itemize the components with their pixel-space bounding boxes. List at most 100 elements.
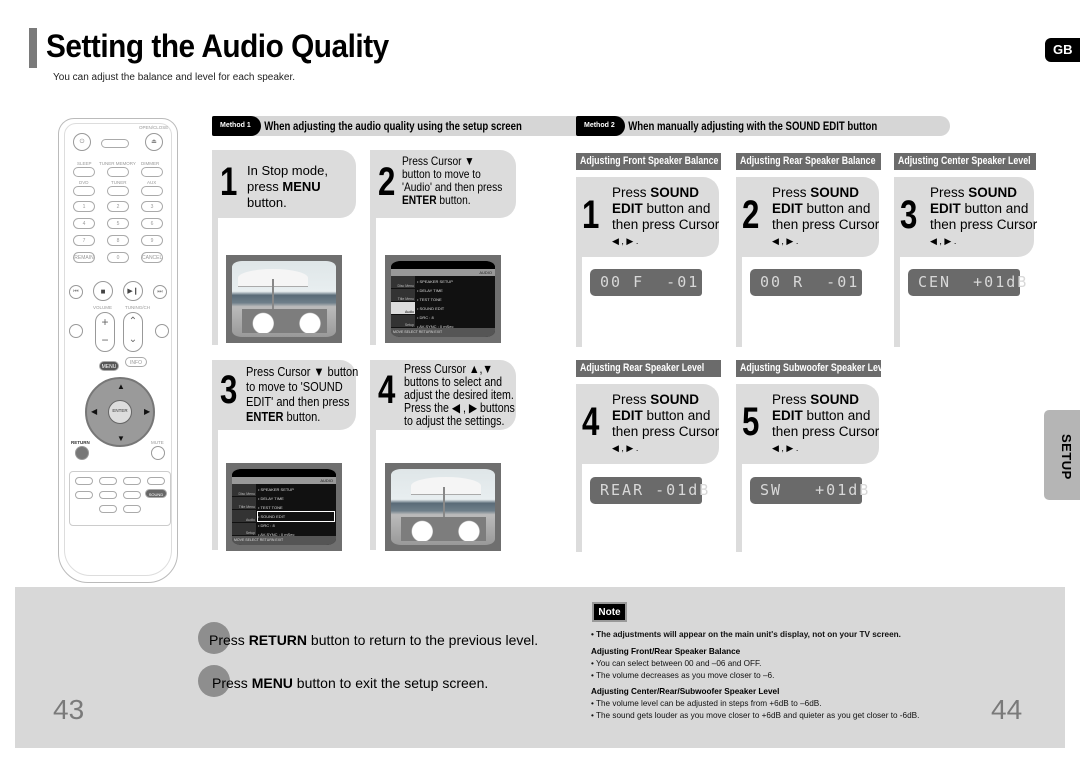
remote-button <box>99 477 117 485</box>
menu-row: • SOUND EDIT <box>417 306 445 311</box>
aux-label: AUX <box>147 180 157 185</box>
left-right-arrows-icon: ◀ , ▶ . <box>612 443 639 453</box>
method1-step3-card: 3 Press Cursor ▼ button to move to 'SOUN… <box>212 360 359 430</box>
method1-badge: Method 1 <box>212 116 261 136</box>
down-arrow-icon: ▼ <box>117 434 125 443</box>
photo-scene <box>232 261 336 337</box>
menu-footer: MOVE SELECT RETURN EXIT <box>232 536 336 545</box>
category-text: Adjusting Front Speaker Balance <box>580 155 719 167</box>
method2-step-card: 5 Press SOUND EDIT button and then press… <box>736 384 879 464</box>
step-text: Press SOUND EDIT button and then press C… <box>612 392 719 456</box>
menu-row: • SPEAKER SETUP <box>258 487 294 492</box>
menu-tab-label: AUDIO <box>479 270 492 275</box>
section-tab-label: SETUP <box>1059 434 1074 480</box>
remote-return-button <box>75 446 89 460</box>
chairs-graphic <box>242 309 327 333</box>
method2-title: When manually adjusting with the SOUND E… <box>627 119 877 133</box>
note-item: • You can select between 00 and –06 and … <box>591 659 762 668</box>
step-line: ENTER button. <box>402 194 502 207</box>
setup-menu: AUDIO Disc Menu Title Menu Audio Setup •… <box>232 469 336 545</box>
remote-info-button: INFO <box>125 357 147 367</box>
eject-icon: ⏏ <box>145 133 163 151</box>
remote-button <box>123 491 141 499</box>
method2-step-card: 1 Press SOUND EDIT button and then press… <box>576 177 719 257</box>
tuner-memory-label: TUNER MEMORY <box>99 161 136 166</box>
up-arrow-icon: ▲ <box>117 382 125 391</box>
language-tab: GB <box>1045 38 1080 62</box>
category-text: Adjusting Center Speaker Level <box>898 155 1031 167</box>
method1-step1-card: 1 In Stop mode, press MENU button. <box>212 150 356 218</box>
step-number: 2 <box>378 160 396 204</box>
menu-side-item: Audio <box>232 510 256 523</box>
umbrella-graphic <box>411 477 481 495</box>
tuner-label: TUNER <box>111 180 127 185</box>
remote-number-button: 9 <box>141 235 163 246</box>
method2-category-label: Adjusting Rear Speaker Level <box>576 360 721 377</box>
method2-badge: Method 2 <box>576 116 625 136</box>
method2-step-card: 3 Press SOUND EDIT button and then press… <box>894 177 1037 257</box>
menu-row: • SPEAKER SETUP <box>417 279 453 284</box>
left-right-arrows-icon: ◀ , ▶ . <box>930 236 957 246</box>
category-text: Adjusting Rear Speaker Level <box>580 362 705 374</box>
photo-scene <box>391 469 495 545</box>
volume-label: VOLUME <box>93 305 113 310</box>
menu-row: • DRC : 8 <box>258 523 275 528</box>
step-line: to adjust the settings. <box>404 414 505 428</box>
tip-text: button to exit the setup screen. <box>292 675 489 691</box>
remote-mute-button <box>151 446 165 460</box>
menu-side-item: Disc Menu <box>232 484 256 497</box>
left-right-arrows-icon: ◀ , ▶ . <box>612 236 639 246</box>
menu-header: AUDIO <box>232 477 336 484</box>
step-line: EDIT button and <box>930 201 1037 217</box>
sound-keyword: SOUND <box>650 185 700 200</box>
remote-number-button: 6 <box>141 218 163 229</box>
step-number: 1 <box>582 193 600 237</box>
step-line: Press Cursor ▼ button <box>246 364 359 379</box>
remote-number-button: 8 <box>107 235 129 246</box>
remote-button <box>99 491 117 499</box>
method2-category-label: Adjusting Subwoofer Speaker Level <box>736 360 881 377</box>
step-line: Press SOUND <box>772 185 879 201</box>
step-line-text: Press <box>772 392 811 407</box>
remote-number-button: 1 <box>73 201 95 212</box>
sound-keyword: SOUND <box>810 392 860 407</box>
remote-button <box>147 477 165 485</box>
step-number: 3 <box>220 368 238 412</box>
step-line-text: button and <box>802 201 871 216</box>
note-main: • The adjustments will appear on the mai… <box>591 630 901 639</box>
menu-header: AUDIO <box>391 269 495 276</box>
step-line: EDIT' and then press <box>246 394 350 409</box>
page-number-left: 43 <box>53 694 85 725</box>
step-line-text: Press <box>930 185 969 200</box>
menu-row-highlighted: • SOUND EDIT <box>257 511 335 522</box>
remote-number-button: 2 <box>107 201 129 212</box>
step-line: then press Cursor <box>772 217 880 232</box>
method2-step-card: 2 Press SOUND EDIT button and then press… <box>736 177 879 257</box>
step-number: 1 <box>220 160 238 204</box>
step-line-text: button and <box>642 408 711 423</box>
edit-keyword: EDIT <box>772 408 803 423</box>
unit-display-readout: SW +01dB <box>750 477 868 504</box>
step-line-text: Press <box>612 392 651 407</box>
step-line: In Stop mode, <box>247 163 328 178</box>
remote-control-illustration: ⏻ OPEN/CLOSE ⏏ SLEEP TUNER MEMORY DIMMER… <box>58 118 178 583</box>
step-line-text: button. <box>436 193 471 207</box>
step-line: EDIT button and <box>772 201 879 217</box>
play-pause-icon: ▶❙ <box>123 281 143 301</box>
step-line: EDIT button and <box>612 408 719 424</box>
step-text: Press Cursor ▼ button to move to 'Audio'… <box>402 155 502 207</box>
tv-screen-photo <box>226 255 342 343</box>
step-line-text: Press <box>612 185 651 200</box>
page-title: Setting the Audio Quality <box>46 28 389 64</box>
step-line: Press SOUND <box>772 392 879 408</box>
unit-display-readout: 00 R -01 <box>750 269 862 296</box>
remote-button <box>123 477 141 485</box>
step-line: EDIT button and <box>612 201 719 217</box>
method1-step2-card: 2 Press Cursor ▼ button to move to 'Audi… <box>370 150 516 218</box>
menu-topbar <box>391 261 495 269</box>
unit-display-readout: REAR -01dB <box>590 477 708 504</box>
edit-keyword: EDIT <box>772 201 803 216</box>
note-badge: Note <box>592 602 627 622</box>
remote-button-cancel: CANCEL <box>141 252 163 263</box>
return-label: RETURN <box>71 440 90 445</box>
